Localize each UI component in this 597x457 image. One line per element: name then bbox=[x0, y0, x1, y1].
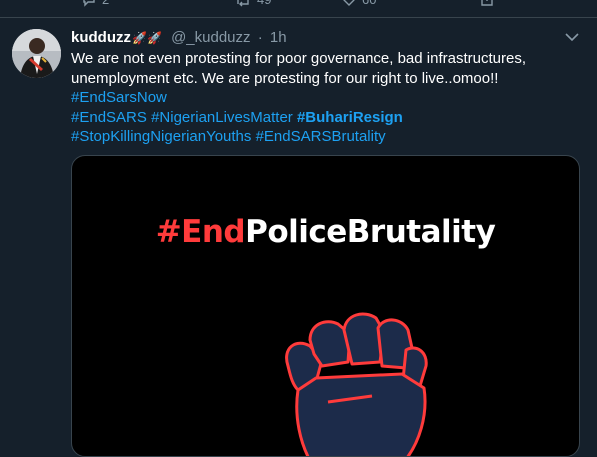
retweet-count: 49 bbox=[257, 0, 271, 7]
poster-hash-end: #End bbox=[155, 214, 246, 250]
reply-count: 2 bbox=[102, 0, 109, 7]
share-action[interactable] bbox=[480, 0, 494, 6]
name-emoji: 🚀🚀 bbox=[132, 31, 162, 45]
tweet[interactable]: kudduzz🚀🚀 @_kudduzz · 1h We are not even… bbox=[0, 18, 597, 457]
retweet-icon bbox=[237, 0, 249, 6]
hashtag-endsarsnow[interactable]: #EndSarsNow bbox=[71, 89, 167, 106]
hashtag-endsars[interactable]: #EndSARS bbox=[71, 109, 147, 126]
hashtag-endsarsbrutality[interactable]: #EndSARSBrutality bbox=[256, 128, 386, 145]
header-separator: · bbox=[257, 29, 263, 46]
raised-fist-graphic bbox=[285, 312, 428, 456]
poster-police-brutality: PoliceBrutality bbox=[245, 214, 496, 250]
avatar[interactable] bbox=[12, 29, 61, 78]
tweet-line-1: We are not even protesting for poor gove… bbox=[71, 50, 526, 67]
share-icon bbox=[481, 0, 493, 6]
display-name[interactable]: kudduzz bbox=[71, 29, 131, 46]
tweet-timestamp[interactable]: 1h bbox=[270, 29, 287, 46]
tweet-text: We are not even protesting for poor gove… bbox=[71, 49, 571, 147]
avatar-image bbox=[12, 29, 61, 78]
reply-action[interactable]: 2 bbox=[82, 0, 109, 7]
previous-tweet-actions: 2 49 60 bbox=[0, 0, 597, 10]
like-count: 60 bbox=[362, 0, 376, 7]
hashtag-stopkilling[interactable]: #StopKillingNigerianYouths bbox=[71, 128, 251, 145]
poster-headline: #EndPoliceBrutality bbox=[72, 214, 579, 250]
hashtag-buhariresign[interactable]: #BuhariResign bbox=[297, 109, 403, 126]
chevron-down-icon[interactable] bbox=[565, 32, 579, 42]
tweet-line-2: unemployment etc. We are protesting for … bbox=[71, 69, 499, 87]
user-handle[interactable]: @_kudduzz bbox=[171, 29, 250, 46]
retweet-action[interactable]: 49 bbox=[235, 0, 271, 7]
hashtag-nigerianlivesmatter[interactable]: #NigerianLivesMatter bbox=[151, 109, 293, 126]
like-action[interactable]: 60 bbox=[342, 0, 376, 7]
reply-icon bbox=[83, 0, 95, 7]
tweet-media-image[interactable]: #EndPoliceBrutality bbox=[71, 155, 580, 457]
heart-icon bbox=[343, 0, 355, 6]
tweet-header: kudduzz🚀🚀 @_kudduzz · 1h bbox=[71, 28, 287, 48]
